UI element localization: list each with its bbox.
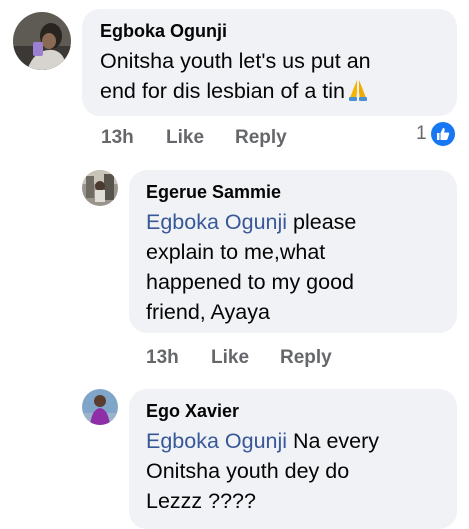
mention-link[interactable]: Egboka Ogunji <box>146 429 287 453</box>
comment-line: explain to me,what <box>146 240 326 264</box>
like-icon <box>430 122 455 146</box>
comment-line: end for dis lesbian of a tin <box>100 79 346 103</box>
reaction-summary[interactable]: 1 <box>416 122 455 146</box>
comment-line: Lezzz ???? <box>146 489 256 513</box>
like-button[interactable]: Like <box>166 127 204 149</box>
mention-link[interactable]: Egboka Ogunji <box>146 210 287 234</box>
comment-line-rest: please <box>287 210 357 234</box>
avatar-egboka-ogunji[interactable] <box>13 12 71 70</box>
reply-button[interactable]: Reply <box>235 127 287 149</box>
comment-line-with-emoji: end for dis lesbian of a tin <box>100 76 441 106</box>
comment-author[interactable]: Egboka Ogunji <box>100 20 441 42</box>
comment-line: friend, Ayaya <box>146 300 270 324</box>
comment-text: Onitsha youth let's us put an end for di… <box>100 46 441 106</box>
comment-line: Egboka Ogunji Na every <box>146 426 441 456</box>
comment-actions: 13h Like Reply <box>146 347 346 371</box>
profile-photo <box>13 12 71 70</box>
comment-timestamp: 13h <box>146 347 179 368</box>
avatar-egerue-sammie[interactable] <box>82 170 118 206</box>
comment-line: Egboka Ogunji please <box>146 207 441 237</box>
comment-text: Egboka Ogunji Na every Onitsha youth dey… <box>146 426 441 516</box>
comment-actions: 13h Like Reply <box>101 127 301 151</box>
comment-author[interactable]: Ego Xavier <box>146 400 441 422</box>
reaction-count: 1 <box>416 123 427 144</box>
comment-line-rest: Na every <box>287 429 380 453</box>
comment-line: Onitsha youth let's us put an <box>100 49 371 73</box>
profile-photo <box>82 389 118 425</box>
comment-text: Egboka Ogunji please explain to me,what … <box>146 207 441 327</box>
comment-line: Onitsha youth dey do <box>146 459 350 483</box>
comment-bubble: Egboka Ogunji Onitsha youth let's us put… <box>82 9 457 116</box>
comment-author[interactable]: Egerue Sammie <box>146 181 441 203</box>
comment-bubble: Egerue Sammie Egboka Ogunji please expla… <box>129 170 457 333</box>
profile-photo <box>82 170 118 206</box>
pray-emoji-icon <box>349 80 368 101</box>
like-button[interactable]: Like <box>211 347 249 369</box>
comment-bubble: Ego Xavier Egboka Ogunji Na every Onitsh… <box>129 389 457 529</box>
comment-timestamp: 13h <box>101 127 134 148</box>
avatar-ego-xavier[interactable] <box>82 389 118 425</box>
reply-button[interactable]: Reply <box>280 347 332 369</box>
comment-line: happened to my good <box>146 270 354 294</box>
